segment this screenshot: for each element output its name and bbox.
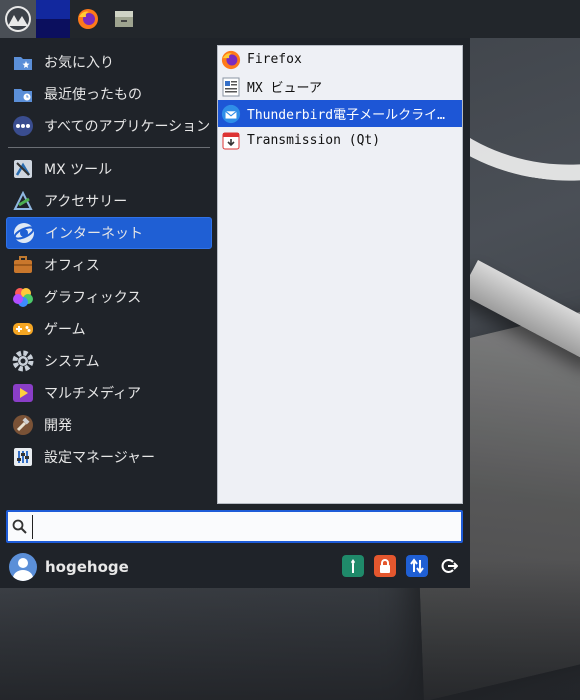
lock-screen-icon bbox=[380, 559, 390, 573]
app-label: Thunderbird電子メールクライ… bbox=[247, 108, 445, 123]
games-icon bbox=[12, 318, 34, 340]
category-label: ゲーム bbox=[44, 322, 86, 338]
logout-icon bbox=[441, 559, 458, 573]
workspace-switcher[interactable] bbox=[36, 0, 70, 38]
file-manager-launcher[interactable] bbox=[106, 0, 142, 38]
app-label: Firefox bbox=[247, 52, 302, 67]
username: hogehoge bbox=[45, 558, 129, 576]
system-icon bbox=[12, 350, 34, 372]
category-label: オフィス bbox=[44, 258, 100, 274]
app-transmission[interactable]: Transmission (Qt) bbox=[218, 127, 462, 154]
avatar bbox=[9, 553, 37, 581]
thunderbird-icon bbox=[220, 103, 242, 125]
search-icon bbox=[12, 519, 27, 534]
switch-user-icon bbox=[410, 558, 424, 574]
firefox-launcher[interactable] bbox=[70, 0, 106, 38]
category-all-apps[interactable]: すべてのアプリケーション bbox=[6, 110, 212, 142]
multimedia-icon bbox=[12, 382, 34, 404]
category-mx-tools[interactable]: MX ツール bbox=[6, 153, 212, 185]
category-system[interactable]: システム bbox=[6, 345, 212, 377]
whisker-menu: お気に入り 最近使ったもの すべてのアプリケーション MX ツール アクセサリー… bbox=[0, 38, 470, 588]
app-mx-viewer[interactable]: MX ビューア bbox=[218, 73, 462, 100]
mx-menu-icon bbox=[5, 6, 31, 32]
category-label: 開発 bbox=[44, 418, 72, 434]
category-list: お気に入り 最近使ったもの すべてのアプリケーション MX ツール アクセサリー… bbox=[6, 46, 212, 473]
category-recent[interactable]: 最近使ったもの bbox=[6, 78, 212, 110]
application-list: Firefox MX ビューア Thunderbird電子メールクライ… Tra… bbox=[217, 45, 463, 504]
internet-icon bbox=[13, 222, 35, 244]
menu-footer: hogehoge bbox=[0, 546, 470, 588]
app-label: MX ビューア bbox=[247, 81, 322, 96]
category-settings-manager[interactable]: 設定マネージャー bbox=[6, 441, 212, 473]
whisker-menu-button[interactable] bbox=[0, 0, 36, 38]
category-label: システム bbox=[44, 354, 100, 370]
category-office[interactable]: オフィス bbox=[6, 249, 212, 281]
firefox-icon bbox=[220, 49, 242, 71]
recent-icon bbox=[12, 83, 34, 105]
top-panel bbox=[0, 0, 580, 38]
office-icon bbox=[12, 254, 34, 276]
accessories-icon bbox=[12, 190, 34, 212]
settings-icon bbox=[351, 559, 355, 573]
footer-actions bbox=[342, 555, 460, 577]
category-label: MX ツール bbox=[44, 162, 113, 178]
search-box[interactable] bbox=[6, 510, 463, 543]
category-label: マルチメディア bbox=[44, 386, 142, 402]
category-label: アクセサリー bbox=[44, 194, 128, 210]
file-manager-icon bbox=[115, 11, 133, 27]
category-label: 最近使ったもの bbox=[44, 87, 142, 103]
category-games[interactable]: ゲーム bbox=[6, 313, 212, 345]
app-label: Transmission (Qt) bbox=[247, 133, 381, 148]
category-divider bbox=[8, 147, 210, 148]
category-accessories[interactable]: アクセサリー bbox=[6, 185, 212, 217]
graphics-icon bbox=[12, 286, 34, 308]
category-label: グラフィックス bbox=[44, 290, 142, 306]
category-label: 設定マネージャー bbox=[44, 450, 156, 466]
category-favorites[interactable]: お気に入り bbox=[6, 46, 212, 78]
mx-viewer-icon bbox=[220, 76, 242, 98]
all-apps-icon bbox=[12, 115, 34, 137]
development-icon bbox=[12, 414, 34, 436]
category-development[interactable]: 開発 bbox=[6, 409, 212, 441]
category-graphics[interactable]: グラフィックス bbox=[6, 281, 212, 313]
transmission-icon bbox=[220, 130, 242, 152]
category-multimedia[interactable]: マルチメディア bbox=[6, 377, 212, 409]
search-input[interactable] bbox=[32, 514, 442, 539]
lock-screen-button[interactable] bbox=[374, 555, 396, 577]
settings-manager-icon bbox=[12, 446, 34, 468]
app-firefox[interactable]: Firefox bbox=[218, 46, 462, 73]
category-internet[interactable]: インターネット bbox=[6, 217, 212, 249]
mx-tools-icon bbox=[12, 158, 34, 180]
app-thunderbird[interactable]: Thunderbird電子メールクライ… bbox=[218, 100, 462, 127]
settings-button[interactable] bbox=[342, 555, 364, 577]
category-label: インターネット bbox=[45, 226, 143, 242]
switch-user-button[interactable] bbox=[406, 555, 428, 577]
category-label: お気に入り bbox=[44, 55, 114, 71]
firefox-icon bbox=[78, 9, 98, 29]
category-label: すべてのアプリケーション bbox=[44, 119, 211, 135]
favorites-icon bbox=[12, 51, 34, 73]
logout-button[interactable] bbox=[438, 555, 460, 577]
